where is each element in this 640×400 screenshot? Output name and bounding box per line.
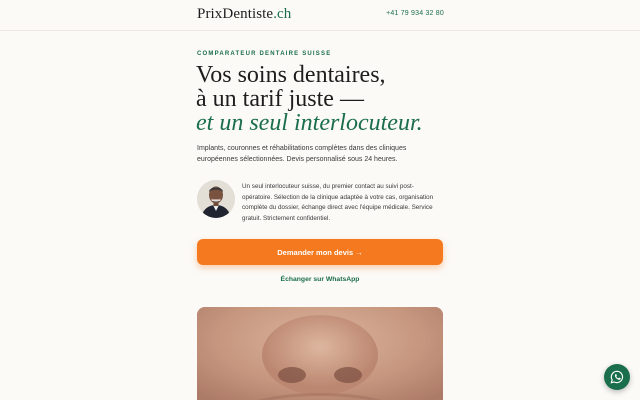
hero-title-line-2: à un tarif juste — [196, 86, 364, 112]
whatsapp-fab-button[interactable] [604, 364, 630, 390]
site-header: PrixDentiste.ch +41 79 934 32 80 [0, 0, 640, 31]
site-logo[interactable]: PrixDentiste.ch [197, 6, 291, 23]
hero-title-line-3: et un seul interlocuteur. [196, 110, 423, 136]
advisor-portrait [197, 180, 235, 218]
advisor-avatar [197, 180, 235, 218]
advisor-block: Un seul interlocuteur suisse, du premier… [197, 180, 443, 222]
hero-photo [197, 307, 443, 400]
hero-title: Vos soins dentaires, à un tarif juste — … [196, 63, 423, 135]
advisor-text: Un seul interlocuteur suisse, du premier… [242, 183, 434, 222]
logo-tld: .ch [273, 6, 292, 22]
hero-title-line-1: Vos soins dentaires, [196, 62, 386, 88]
hero-intro: Implants, couronnes et réhabilitations c… [197, 145, 407, 163]
request-quote-button[interactable]: Demander mon devis → [197, 239, 443, 265]
phone-link[interactable]: +41 79 934 32 80 [386, 10, 444, 17]
hero-eyebrow: Comparateur dentaire suisse [197, 51, 332, 57]
whatsapp-link[interactable]: Échanger sur WhatsApp [197, 276, 443, 283]
face-closeup-image [197, 307, 443, 400]
whatsapp-icon [610, 370, 624, 384]
logo-name: PrixDentiste [197, 6, 274, 22]
